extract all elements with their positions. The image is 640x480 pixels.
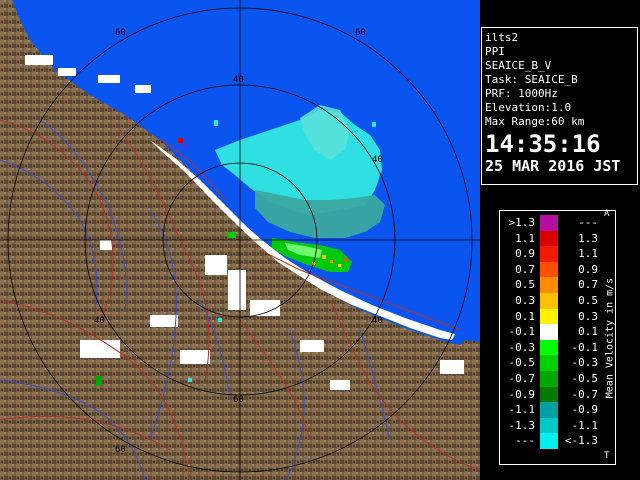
legend-lower-bound: >1.3: [508, 216, 536, 229]
scan-time: 14:35:16: [485, 130, 601, 158]
max-range-value: Max Range:60 km: [485, 115, 585, 128]
legend-row: >1.3 ---: [500, 215, 617, 231]
legend-title-area: Mean Velocity in m/s: [604, 219, 616, 457]
product-name: SEAICE_B_V: [485, 59, 552, 72]
legend-lower-bound: -1.3: [508, 418, 536, 432]
legend-row: 0.5 0.7: [500, 277, 617, 293]
legend-color-swatch: [540, 355, 558, 371]
legend-lower-bound: ---: [515, 434, 535, 448]
legend-row: -0.5 -0.3: [500, 355, 617, 371]
task-name: Task: SEAICE_B: [485, 73, 578, 86]
legend-lower-bound: -0.7: [508, 372, 536, 385]
legend-color-swatch: [540, 308, 558, 325]
legend-color-swatch: [540, 261, 558, 278]
legend-upper-bound: 0.7: [578, 278, 598, 292]
legend-color-swatch: [540, 386, 558, 403]
legend-upper-bound: <-1.3: [564, 434, 598, 448]
legend-lower-bound: -0.9: [508, 387, 536, 401]
legend-upper-bound: 1.3: [578, 231, 598, 245]
velocity-legend: >1.3 --- 1.1 1.3 0.9 1.1 0.7 0.9 0.5 0.7 0.3 0.5 0.1…: [499, 209, 617, 465]
radar-map-canvas: 60 40 40 40 40 60 60 60: [0, 0, 480, 480]
legend-upper-bound: 1.1: [578, 247, 598, 261]
legend-upper-bound: -0.5: [571, 372, 599, 385]
legend-upper-bound: 0.1: [578, 325, 598, 339]
legend-row: -0.3 -0.1: [500, 339, 617, 356]
legend-lower-bound: 1.1: [515, 231, 535, 245]
legend-lower-bound: -0.5: [508, 356, 536, 370]
legend-upper-bound: 0.5: [578, 294, 598, 307]
legend-color-swatch: [540, 433, 558, 449]
legend-color-swatch: [540, 215, 558, 231]
legend-row: 0.1 0.3: [500, 308, 617, 325]
legend-lower-bound: 0.1: [515, 309, 535, 323]
legend-color-swatch: [540, 230, 558, 247]
legend-upper-bound: ---: [578, 216, 598, 229]
legend-row: --- <-1.3: [500, 433, 617, 449]
ring-label-40-right: 40: [372, 155, 383, 165]
legend-row: -0.9 -0.7: [500, 386, 617, 403]
legend-color-swatch: [540, 402, 558, 418]
legend-color-swatch: [540, 324, 558, 340]
legend-upper-bound: -0.9: [571, 403, 599, 417]
legend-lower-bound: 0.3: [515, 294, 535, 307]
ring-label-60-bottom: 60: [115, 445, 126, 455]
legend-color-swatch: [540, 417, 558, 434]
scan-mode: PPI: [485, 45, 505, 58]
legend-upper-bound: -1.1: [571, 418, 599, 432]
legend-lower-bound: 0.7: [515, 262, 535, 276]
ring-label-40-bottomright: 40: [372, 316, 383, 326]
legend-corner-top: A: [604, 209, 610, 219]
ring-label-40-bottom: 60: [233, 395, 244, 405]
ring-label-60-top: 60: [115, 28, 126, 38]
legend-row: -0.1 0.1: [500, 324, 617, 340]
legend-upper-bound: 0.9: [578, 262, 598, 276]
legend-upper-bound: -0.7: [571, 387, 599, 401]
legend-color-swatch: [540, 293, 558, 309]
legend-row: 1.1 1.3: [500, 230, 617, 247]
legend-upper-bound: 0.3: [578, 309, 598, 323]
legend-row: 0.9 1.1: [500, 246, 617, 262]
legend-row: 0.3 0.5: [500, 293, 617, 309]
legend-lower-bound: 0.9: [515, 247, 535, 261]
legend-color-swatch: [540, 371, 558, 387]
legend-color-swatch: [540, 246, 558, 262]
legend-row: -1.3 -1.1: [500, 417, 617, 434]
legend-lower-bound: -0.3: [508, 340, 536, 354]
site-name: ilts2: [485, 31, 519, 44]
elevation-value: Elevation:1.0: [485, 101, 572, 114]
scan-date: 25 MAR 2016 JST: [485, 157, 621, 175]
legend-row: -1.1 -0.9: [500, 402, 617, 418]
ring-label-60-top-right: 60: [355, 28, 366, 38]
legend-lower-bound: 0.5: [515, 278, 535, 292]
legend-row: -0.7 -0.5: [500, 371, 617, 387]
legend-color-swatch: [540, 339, 558, 356]
prf-value: PRF: 1000Hz: [485, 87, 558, 100]
ring-label-40-left: 40: [94, 316, 105, 326]
ring-label-40-top: 40: [233, 75, 244, 85]
legend-lower-bound: -1.1: [508, 403, 536, 417]
legend-upper-bound: -0.1: [571, 340, 599, 354]
legend-upper-bound: -0.3: [571, 356, 599, 370]
legend-lower-bound: -0.1: [508, 325, 536, 339]
legend-row: 0.7 0.9: [500, 261, 617, 278]
legend-color-swatch: [540, 277, 558, 293]
radar-ppi-map[interactable]: 60 40 40 40 40 60 60 60: [0, 0, 480, 480]
legend-corner-bottom: T: [604, 451, 610, 461]
legend-title: Mean Velocity in m/s: [604, 277, 616, 399]
radar-info-panel: ilts2 PPI SEAICE_B_V Task: SEAICE_B PRF:…: [481, 27, 638, 185]
